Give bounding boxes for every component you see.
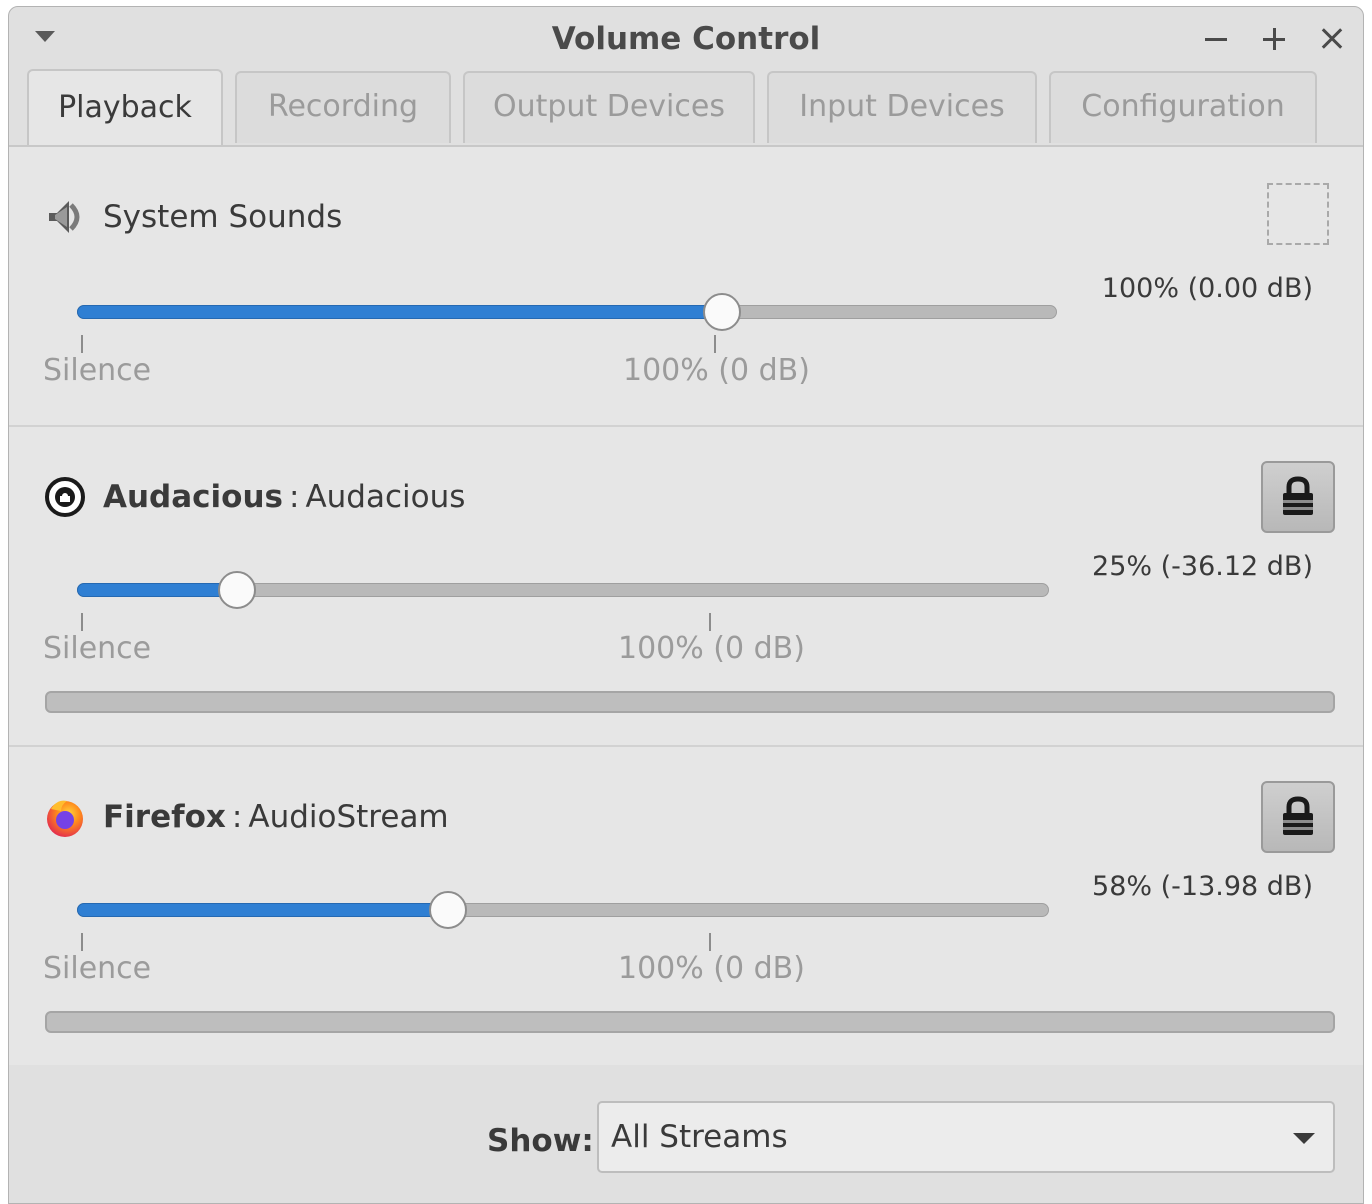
- stream-header: Audacious : Audacious: [43, 475, 465, 519]
- stream-header: System Sounds: [43, 195, 342, 239]
- slider-fill: [77, 583, 237, 597]
- peak-level-meter: [45, 1011, 1335, 1033]
- stream-app-name: Audacious: [103, 479, 283, 515]
- stream-system-sounds: System Sounds 100% (0.00 dB) Silence 100…: [9, 147, 1363, 427]
- peak-level-meter: [45, 691, 1335, 713]
- stream-separator: :: [231, 799, 243, 835]
- speaker-icon: [43, 195, 87, 239]
- volume-control-window: Volume Control Playback Recording Output…: [8, 6, 1364, 1204]
- slider-fill: [77, 305, 722, 319]
- slider-knob[interactable]: [429, 891, 468, 929]
- tab-playback[interactable]: Playback: [27, 69, 223, 147]
- stream-firefox: Firefox : AudioStream 58% (-13.98 dB) Si…: [9, 747, 1363, 1067]
- tab-recording[interactable]: Recording: [235, 71, 451, 143]
- volume-readout: 25% (-36.12 dB): [1092, 551, 1313, 582]
- show-label: Show:: [487, 1123, 594, 1159]
- scale-label-silence: Silence: [43, 353, 152, 388]
- volume-readout: 58% (-13.98 dB): [1092, 871, 1313, 902]
- lock-icon: [1283, 796, 1313, 835]
- mute-toggle-placeholder[interactable]: [1267, 183, 1329, 245]
- stream-name: Audacious: [305, 479, 466, 515]
- maximize-icon[interactable]: [1257, 21, 1291, 55]
- tick-silence: [81, 335, 83, 353]
- volume-slider[interactable]: [77, 293, 1057, 331]
- firefox-icon: [43, 795, 87, 839]
- playback-panel: System Sounds 100% (0.00 dB) Silence 100…: [9, 145, 1363, 1067]
- title-bar[interactable]: Volume Control: [9, 7, 1363, 71]
- show-filter-dropdown[interactable]: All Streams: [597, 1101, 1335, 1173]
- window-title: Volume Control: [551, 21, 821, 57]
- tab-output-devices[interactable]: Output Devices: [463, 71, 755, 143]
- stream-separator: :: [289, 479, 300, 515]
- slider-knob[interactable]: [703, 293, 741, 331]
- footer: Show: All Streams: [9, 1065, 1363, 1203]
- scale-label-reference: 100% (0 dB): [623, 353, 810, 388]
- stream-audacious: Audacious : Audacious 25% (-36.12 dB) Si…: [9, 427, 1363, 747]
- lock-channels-button[interactable]: [1261, 461, 1335, 533]
- volume-slider[interactable]: [77, 571, 1049, 609]
- volume-readout: 100% (0.00 dB): [1101, 273, 1313, 304]
- stream-name: AudioStream: [248, 799, 449, 835]
- tick-silence: [81, 613, 83, 631]
- volume-slider[interactable]: [77, 891, 1049, 929]
- lock-channels-button[interactable]: [1261, 781, 1335, 853]
- chevron-down-icon: [1293, 1133, 1315, 1144]
- tick-silence: [81, 933, 83, 951]
- tick-reference: [714, 335, 716, 353]
- tick-reference: [709, 613, 711, 631]
- lock-icon: [1283, 476, 1313, 515]
- tick-reference: [709, 933, 711, 951]
- scale-label-silence: Silence: [43, 951, 152, 986]
- scale-label-reference: 100% (0 dB): [618, 951, 805, 986]
- show-filter-value: All Streams: [611, 1119, 788, 1155]
- slider-fill: [77, 903, 449, 917]
- stream-app-name: System Sounds: [103, 199, 343, 235]
- scale-label-reference: 100% (0 dB): [618, 631, 805, 666]
- minimize-icon[interactable]: [1199, 21, 1233, 55]
- tab-input-devices[interactable]: Input Devices: [767, 71, 1037, 143]
- tab-bar: Playback Recording Output Devices Input …: [9, 69, 1363, 147]
- audacious-icon: [43, 475, 87, 519]
- close-icon[interactable]: [1315, 21, 1349, 55]
- slider-knob[interactable]: [218, 571, 256, 609]
- scale-label-silence: Silence: [43, 631, 152, 666]
- tab-configuration[interactable]: Configuration: [1049, 71, 1317, 143]
- stream-header: Firefox : AudioStream: [43, 795, 449, 839]
- stream-app-name: Firefox: [103, 799, 226, 835]
